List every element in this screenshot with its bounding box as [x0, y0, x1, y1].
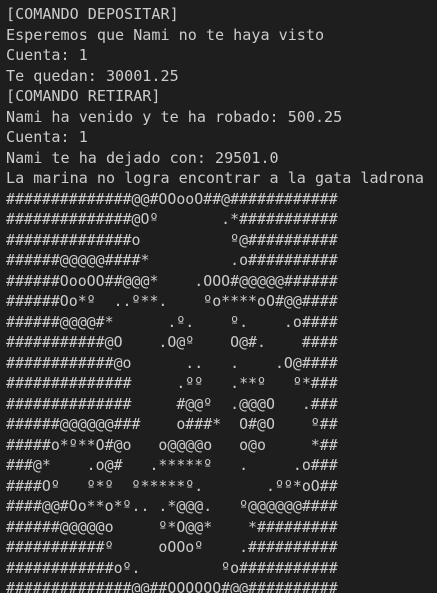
ascii-art-line: ######@@@@@####* .o##########	[6, 251, 338, 269]
output-line: La marina no logra encontrar a la gata l…	[6, 169, 425, 187]
terminal-output: [COMANDO DEPOSITAR] Esperemos que Nami n…	[0, 0, 437, 593]
ascii-art-line: ###########º oOOoº .##########	[6, 538, 338, 556]
output-line: Cuenta: 1	[6, 46, 88, 64]
output-line: Cuenta: 1	[6, 128, 88, 146]
output-line: Nami ha venido y te ha robado: 500.25	[6, 107, 343, 126]
ascii-art-line: ##############@@#OOooO##@############	[6, 189, 338, 208]
output-line: Esperemos que Nami no te haya visto	[6, 25, 325, 44]
ascii-art-line: ######@@@@@o º*O@@* *#########	[6, 517, 338, 536]
ascii-art: ##############@@#OOooO##@############ ##…	[6, 189, 437, 593]
ascii-art-line: ###@* .o@# .*****º . .o###	[6, 456, 338, 474]
ascii-art-line: ###########@O .O@º O@#. ####	[6, 333, 338, 351]
ascii-art-line: ##############@@##OOOOOO#@@##########	[6, 579, 338, 593]
ascii-art-line: ####@@#Oo**o*º.. .*@@@. º@@@@@@####	[6, 497, 338, 515]
ascii-art-line: ######@@@@@@### o###* O#@O º##	[6, 415, 338, 433]
output-line: [COMANDO RETIRAR]	[6, 87, 161, 105]
ascii-art-line: ##############@Oº .*###########	[6, 210, 338, 228]
ascii-art-line: ######OooOO##@@@* .OOO#@@@@@######	[6, 271, 338, 290]
output-line: [COMANDO DEPOSITAR]	[6, 5, 179, 23]
ascii-art-line: ############## .ºº .**º º*###	[6, 374, 338, 392]
ascii-art-line: #####o*º**O#@o o@@@@o o@o *##	[6, 435, 338, 454]
output-line: Nami te ha dejado con: 29501.0	[6, 148, 279, 167]
ascii-art-line: ############@o .. . .O@####	[6, 353, 338, 372]
ascii-art-line: ############oº. ºo###########	[6, 558, 338, 577]
ascii-art-line: ##############o º@##########	[6, 230, 338, 249]
ascii-art-line: ############## #@@º .@@@O .###	[6, 394, 338, 413]
ascii-art-line: ######@@@@#* .º. º. .o####	[6, 312, 338, 331]
ascii-art-line: ####Oº º*º º*****º. .ºº*oO##	[6, 476, 338, 495]
output-line: Te quedan: 30001.25	[6, 66, 179, 85]
ascii-art-line: ######Oo*º ..º**. ºo****oO#@@####	[6, 292, 338, 310]
